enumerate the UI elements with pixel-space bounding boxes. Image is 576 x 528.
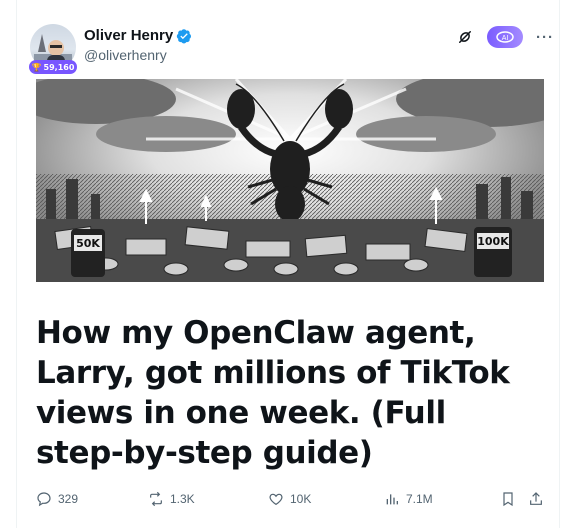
author-name-row[interactable]: Oliver Henry: [84, 27, 192, 44]
heart-icon: [269, 493, 283, 506]
author-handle[interactable]: @oliverhenry: [84, 47, 167, 63]
author-name[interactable]: Oliver Henry: [84, 27, 173, 44]
view-count: 7.1M: [406, 492, 433, 506]
article-title[interactable]: How my OpenClaw agent, Larry, got millio…: [36, 313, 536, 473]
share-icon: [530, 492, 542, 505]
author-avatar[interactable]: 🏆 59,160: [29, 24, 77, 74]
bookmark-icon: [503, 492, 513, 507]
banner-label-right: 100K: [477, 235, 509, 248]
repost-count: 1.3K: [170, 492, 195, 506]
subscribe-toggle-icon[interactable]: [456, 28, 474, 46]
trophy-icon: 🏆: [31, 62, 42, 72]
reply-count: 329: [58, 492, 79, 506]
grok-button[interactable]: AI: [487, 26, 523, 48]
repost-button[interactable]: 1.3K: [148, 491, 195, 507]
like-button[interactable]: 10K: [268, 491, 311, 507]
reply-icon: [37, 492, 51, 507]
article-cover-image[interactable]: 50K 100K: [36, 79, 544, 282]
post-action-bar: 329 1.3K 10K 7.1M: [36, 488, 544, 510]
follower-badge: 🏆 59,160: [29, 60, 77, 74]
badge-count-label: 59,160: [43, 62, 75, 72]
verified-badge-icon: [177, 28, 192, 43]
repost-icon: [150, 491, 162, 507]
grok-ai-icon: AI: [496, 31, 514, 43]
lobster-money-illustration: 50K 100K: [36, 79, 544, 282]
share-button[interactable]: [528, 491, 544, 507]
post-header-actions: AI ···: [456, 26, 554, 48]
banner-label-left: 50K: [76, 237, 100, 250]
reply-button[interactable]: 329: [36, 491, 78, 507]
bookmark-button[interactable]: [500, 491, 516, 507]
more-options-icon[interactable]: ···: [536, 29, 554, 46]
like-count: 10K: [290, 492, 312, 506]
grok-ai-label: AI: [502, 35, 509, 42]
analytics-icon: [386, 494, 398, 505]
views-button[interactable]: 7.1M: [384, 491, 433, 507]
